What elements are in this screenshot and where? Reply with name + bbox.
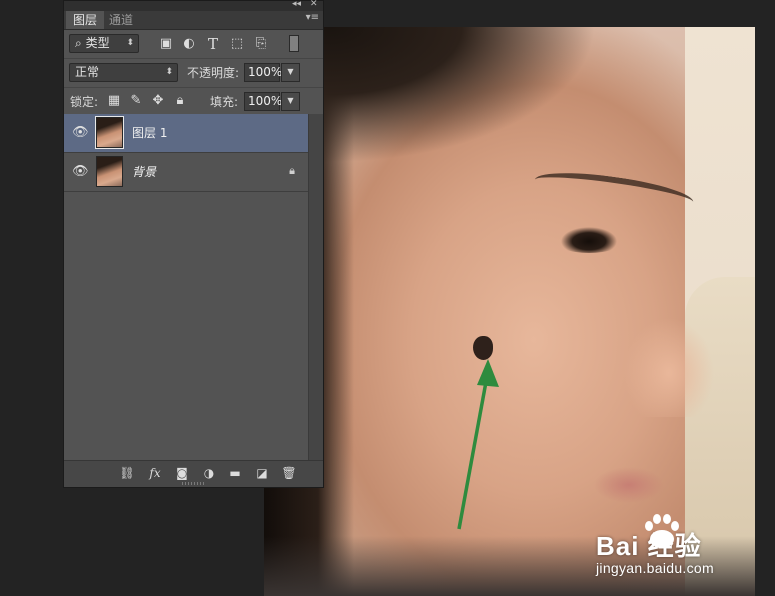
filter-smartobject-icon[interactable]: ⎘	[253, 36, 269, 52]
eye-visibility-icon[interactable]: 👁︎	[72, 125, 89, 141]
nose	[624, 307, 714, 417]
layers-list: 👁︎ 图层 1 👁︎ 背景 🔒︎	[64, 114, 309, 462]
fill-dropdown-button[interactable]: ▼	[281, 92, 300, 111]
opacity-dropdown-button[interactable]: ▼	[281, 63, 300, 82]
eyebrow	[532, 166, 696, 216]
filter-shape-icon[interactable]: ⬚	[229, 36, 245, 52]
lips	[594, 467, 664, 503]
panel-titlebar: ◂◂ ✕	[64, 0, 323, 11]
blend-mode-select[interactable]: 正常 ⬍	[69, 63, 178, 82]
fx-icon[interactable]: fx	[147, 465, 163, 481]
updown-caret-icon: ⬍	[126, 38, 134, 48]
tab-channels[interactable]: 通道	[102, 11, 140, 29]
adjustment-icon[interactable]: ◑	[201, 465, 217, 481]
baidu-watermark: Bai 经验 jingyan.baidu.com	[596, 512, 766, 584]
opacity-label: 不透明度:	[187, 66, 240, 80]
green-arrow	[457, 359, 499, 530]
resize-grip[interactable]	[182, 482, 206, 485]
layers-panel: ◂◂ ✕ 图层 通道 ▾≡ ⌕ 类型 ⬍ ▣ ◐ T ⬚ ⎘ 正常 ⬍ 不透明度…	[63, 0, 324, 488]
panel-menu-icon[interactable]: ▾≡	[306, 12, 319, 23]
mask-icon[interactable]: ◙	[174, 465, 190, 481]
eye-visibility-icon[interactable]: 👁︎	[72, 164, 89, 180]
fill-label: 填充:	[210, 95, 239, 109]
document-canvas[interactable]	[264, 27, 755, 596]
lock-all-icon[interactable]: 🔒︎	[172, 93, 188, 109]
filter-type-icon[interactable]: T	[205, 36, 221, 52]
new-layer-icon[interactable]: ◪	[254, 465, 270, 481]
lock-label: 锁定:	[70, 95, 99, 109]
layer-row-layer1[interactable]: 👁︎ 图层 1	[64, 114, 309, 153]
layers-bottom-bar: ⛓︎ fx ◙ ◑ ▬ ◪ 🗑︎	[64, 460, 323, 487]
paw-icon	[645, 514, 679, 548]
watermark-url: jingyan.baidu.com	[596, 560, 714, 576]
panel-tabs: 图层 通道 ▾≡	[64, 11, 323, 30]
filter-kind-label: 类型	[85, 36, 110, 50]
layer-name: 背景	[132, 165, 157, 179]
double-chevron-left-icon[interactable]: ◂◂	[292, 0, 301, 9]
opacity-input[interactable]: 100%	[244, 63, 282, 82]
lock-move-icon[interactable]: ✥	[150, 93, 166, 109]
folder-icon[interactable]: ▬	[227, 465, 243, 481]
filter-adjustment-icon[interactable]: ◐	[181, 36, 197, 52]
tab-layers[interactable]: 图层	[66, 11, 105, 29]
eye	[554, 227, 624, 253]
layer-name: 图层 1	[132, 126, 168, 140]
layers-scrollbar[interactable]	[308, 114, 323, 462]
lock-brush-icon[interactable]: ✎	[128, 93, 144, 109]
trash-icon[interactable]: 🗑︎	[281, 465, 297, 481]
filter-row: ⌕ 类型 ⬍ ▣ ◐ T ⬚ ⎘	[64, 30, 323, 59]
layer-lock-icon: 🔒︎	[289, 164, 295, 177]
layer-thumbnail	[95, 116, 124, 149]
lock-transparent-icon[interactable]: ▦	[106, 93, 122, 109]
fill-input[interactable]: 100%	[244, 92, 282, 111]
blend-mode-value: 正常	[75, 65, 100, 79]
updown-caret-icon: ⬍	[165, 67, 173, 77]
lock-row: 锁定: ▦ ✎ ✥ 🔒︎ 填充: 100% ▼	[64, 88, 323, 117]
layer-row-background[interactable]: 👁︎ 背景 🔒︎	[64, 153, 309, 192]
filter-kind-select[interactable]: ⌕ 类型 ⬍	[69, 34, 139, 53]
layer-thumbnail	[96, 156, 123, 187]
close-icon[interactable]: ✕	[310, 0, 318, 9]
filter-toggle-icon[interactable]	[289, 35, 299, 52]
blend-row: 正常 ⬍ 不透明度: 100% ▼	[64, 59, 323, 88]
filter-pixel-icon[interactable]: ▣	[158, 36, 174, 52]
search-icon: ⌕	[75, 36, 82, 50]
link-icon[interactable]: ⛓︎	[119, 465, 135, 481]
